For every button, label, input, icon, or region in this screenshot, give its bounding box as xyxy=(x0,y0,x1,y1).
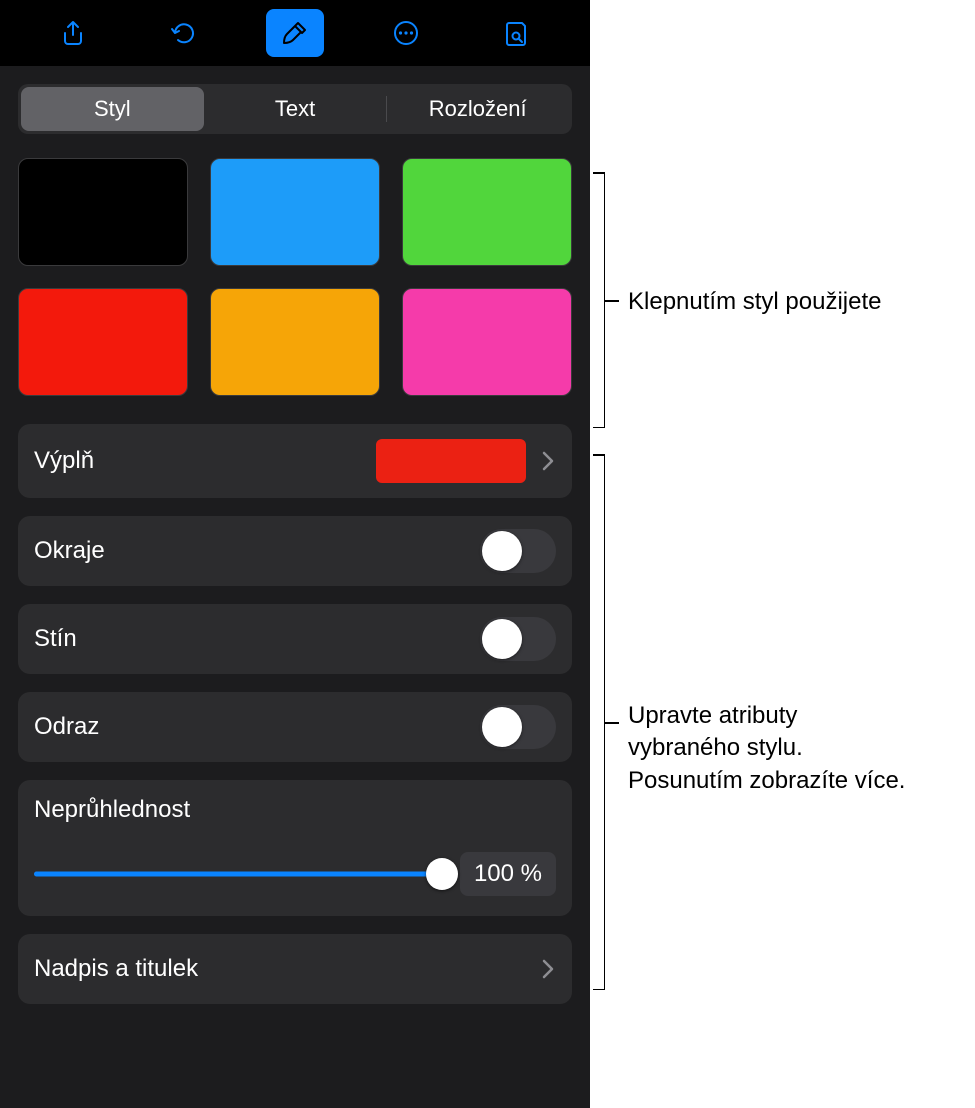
style-swatch[interactable] xyxy=(402,158,572,266)
shadow-cell: Stín xyxy=(18,604,572,674)
chevron-right-icon xyxy=(540,957,556,981)
tab-label: Text xyxy=(275,96,315,122)
shadow-label: Stín xyxy=(34,625,480,653)
reflection-cell: Odraz xyxy=(18,692,572,762)
callout-attributes: Upravte atributy vybraného stylu. Posunu… xyxy=(628,700,905,797)
format-panel: Styl Text Rozložení Výplň Okraje Stín xyxy=(0,0,590,1108)
fill-cell[interactable]: Výplň xyxy=(18,424,572,498)
callout-connector xyxy=(605,722,619,724)
border-cell: Okraje xyxy=(18,516,572,586)
callout-apply-style: Klepnutím styl použijete xyxy=(628,286,881,318)
tab-label: Styl xyxy=(94,96,131,122)
tab-layout[interactable]: Rozložení xyxy=(386,87,569,131)
fill-label: Výplň xyxy=(34,447,376,475)
share-button[interactable] xyxy=(44,9,102,57)
undo-button[interactable] xyxy=(155,9,213,57)
style-panel: Styl Text Rozložení Výplň Okraje Stín xyxy=(0,66,590,1108)
opacity-cell: Neprůhlednost 100 % xyxy=(18,780,572,916)
chevron-right-icon xyxy=(540,449,556,473)
shadow-toggle[interactable] xyxy=(480,617,556,661)
style-swatch[interactable] xyxy=(210,158,380,266)
opacity-slider[interactable] xyxy=(34,862,442,886)
fill-color-swatch xyxy=(376,439,526,483)
style-swatch-grid xyxy=(18,158,572,396)
tab-text[interactable]: Text xyxy=(204,87,387,131)
style-swatch[interactable] xyxy=(210,288,380,396)
border-toggle[interactable] xyxy=(480,529,556,573)
title-caption-cell[interactable]: Nadpis a titulek xyxy=(18,934,572,1004)
tab-label: Rozložení xyxy=(429,96,527,122)
slider-knob[interactable] xyxy=(426,858,458,890)
format-button[interactable] xyxy=(266,9,324,57)
reflection-toggle[interactable] xyxy=(480,705,556,749)
opacity-label: Neprůhlednost xyxy=(34,796,556,824)
callout-connector xyxy=(605,300,619,302)
app-toolbar xyxy=(0,0,590,66)
slider-fill xyxy=(34,872,442,877)
title-caption-label: Nadpis a titulek xyxy=(34,955,530,983)
style-swatch[interactable] xyxy=(18,158,188,266)
style-swatch[interactable] xyxy=(18,288,188,396)
style-swatch[interactable] xyxy=(402,288,572,396)
presenter-notes-button[interactable] xyxy=(488,9,546,57)
reflection-label: Odraz xyxy=(34,713,480,741)
tab-style[interactable]: Styl xyxy=(21,87,204,131)
more-button[interactable] xyxy=(377,9,435,57)
opacity-value[interactable]: 100 % xyxy=(460,852,556,896)
border-label: Okraje xyxy=(34,537,480,565)
segmented-control: Styl Text Rozložení xyxy=(18,84,572,134)
